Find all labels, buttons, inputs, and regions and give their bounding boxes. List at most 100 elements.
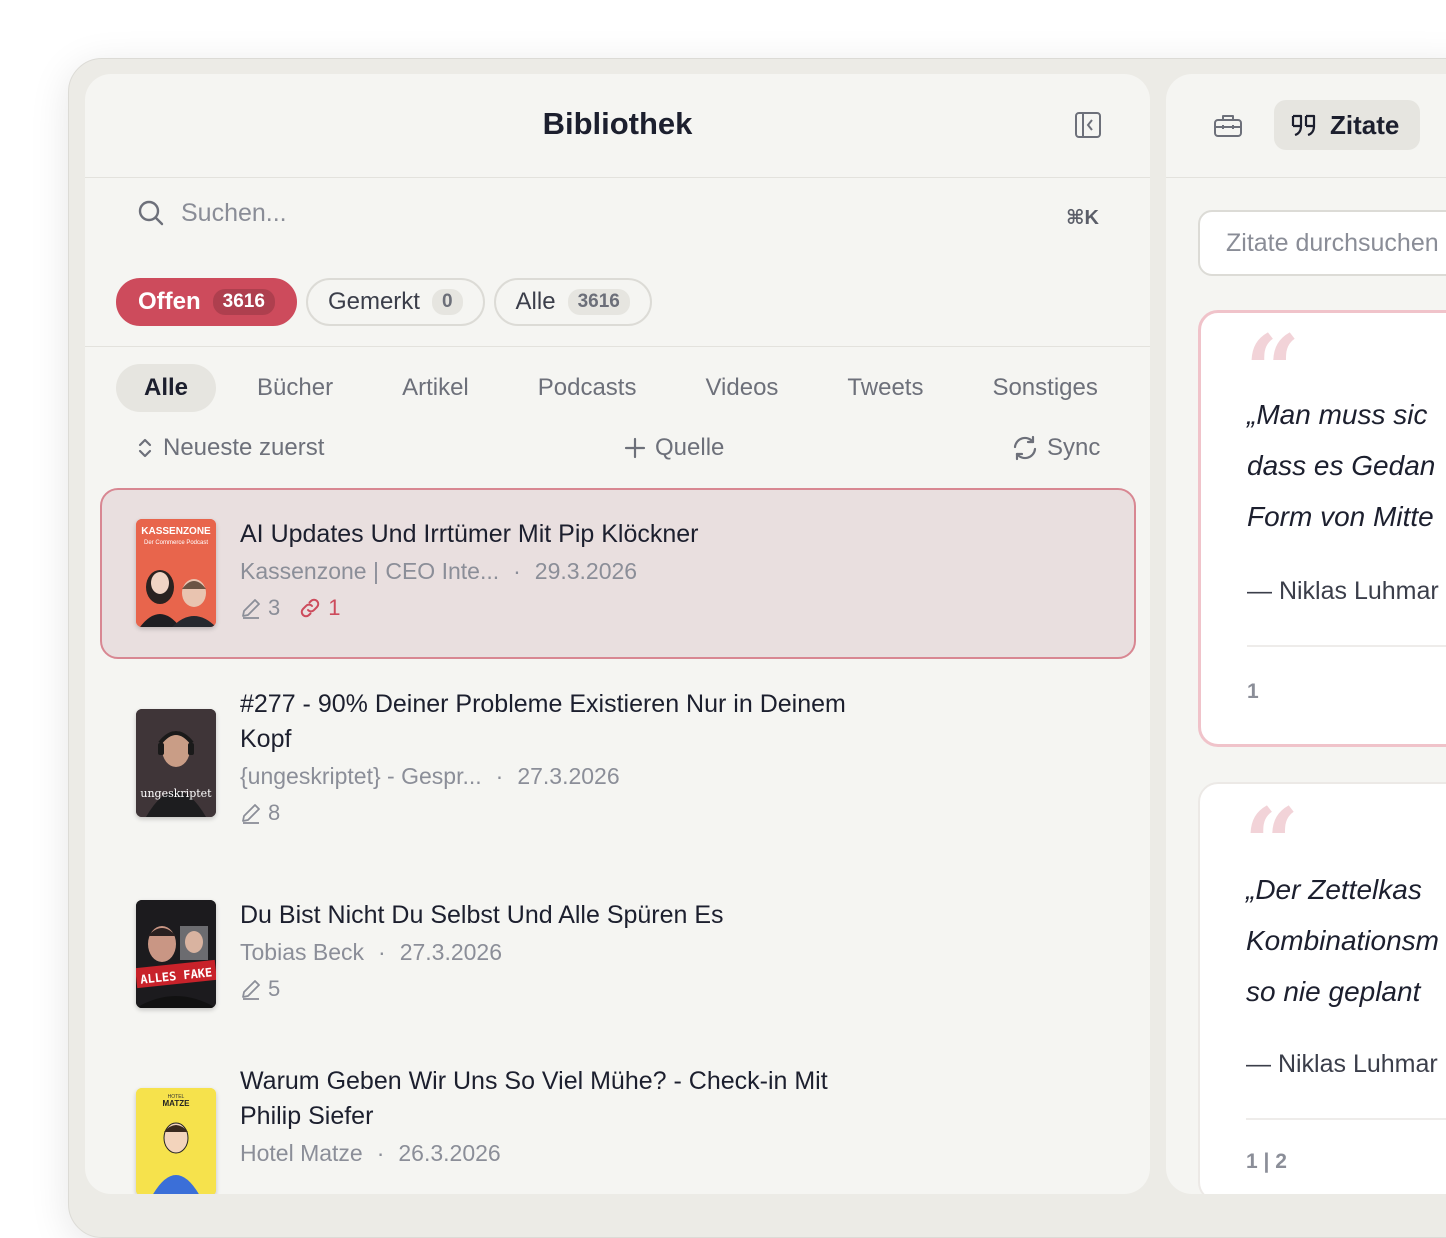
pencil-icon (242, 599, 260, 619)
highlight-count: 8 (240, 800, 280, 826)
search-input[interactable] (181, 193, 981, 233)
divider (85, 346, 1150, 347)
item-title: Du Bist Nicht Du Selbst Und Alle Spüren … (240, 901, 724, 929)
sort-button[interactable]: Neueste zuerst (135, 434, 324, 462)
library-header: Bibliothek (85, 74, 1150, 178)
highlight-count: 5 (240, 976, 280, 1002)
cover-image: HOTEL MATZE (136, 1088, 216, 1194)
pencil-icon (242, 804, 260, 824)
filter-all[interactable]: Alle 3616 (493, 278, 652, 326)
link-icon (301, 598, 320, 618)
list-item[interactable]: ALLES FAKE Du Bist Nicht Du Selbst Und A… (100, 865, 1136, 1036)
meta-separator: · (495, 763, 504, 789)
filter-count: 3616 (212, 289, 275, 315)
item-date: 29.3.2026 (534, 558, 638, 584)
tab-articles[interactable]: Artikel (374, 364, 497, 412)
quotes-header: Zitate (1166, 74, 1446, 178)
filter-open[interactable]: Offen 3616 (116, 278, 297, 326)
item-body: AI Updates Und Irrtümer Mit Pip Klöckner… (240, 517, 860, 621)
svg-text:ungeskriptet: ungeskriptet (140, 787, 212, 800)
item-meta: Kassenzone | CEO Inte... · 29.3.2026 (240, 558, 860, 585)
filter-count: 0 (431, 289, 463, 315)
item-author: Kassenzone | CEO Inte... (240, 558, 500, 584)
tab-quotes[interactable]: Zitate (1274, 100, 1420, 150)
add-source-button[interactable]: Quelle (623, 434, 724, 462)
highlight-count: 3 (240, 595, 280, 621)
item-date: 26.3.2026 (398, 1140, 501, 1166)
item-body: #277 - 90% Deiner Probleme Existieren Nu… (240, 687, 860, 826)
pencil-icon (242, 980, 260, 1000)
plus-icon (624, 437, 646, 459)
list-item[interactable]: KASSENZONE Der Commerce Podcast AI Updat… (100, 488, 1136, 659)
search-bar: ⌘K (85, 179, 1150, 249)
tab-tweets[interactable]: Tweets (819, 364, 951, 412)
quotes-search-input[interactable] (1198, 210, 1446, 276)
meta-separator: · (513, 558, 521, 584)
item-title: Warum Geben Wir Uns So Viel Mühe? - Chec… (240, 1067, 828, 1130)
library-panel: Bibliothek ⌘K Offen 3616 Gemerkt 0 Alle … (85, 74, 1150, 1194)
item-author: {ungeskriptet} - Gespr... (240, 763, 482, 789)
filter-label: Gemerkt (327, 288, 420, 315)
quote-card[interactable]: “ „Der Zettelkas Kombinationsm so nie ge… (1198, 782, 1446, 1194)
item-counts: 5 (240, 976, 860, 1002)
quote-text: „Der Zettelkas Kombinationsm so nie gepl… (1246, 874, 1439, 1007)
search-icon (138, 200, 164, 226)
item-title: #277 - 90% Deiner Probleme Existieren Nu… (240, 690, 846, 753)
item-meta: Tobias Beck · 27.3.2026 (240, 939, 860, 966)
quote-page: 1 (1247, 680, 1259, 703)
tab-books[interactable]: Bücher (229, 364, 361, 412)
tab-other[interactable]: Sonstiges (964, 364, 1125, 412)
sync-icon (1013, 435, 1037, 461)
filter-label: Offen (138, 288, 201, 315)
svg-text:Der Commerce Podcast: Der Commerce Podcast (144, 540, 208, 546)
divider (1247, 645, 1446, 647)
svg-text:MATZE: MATZE (163, 1099, 191, 1108)
list-item[interactable]: HOTEL MATZE Warum Geben Wir Uns So Viel … (100, 1036, 1136, 1194)
quote-card[interactable]: “ „Man muss sic dass es Gedan Form von M… (1198, 310, 1446, 747)
status-filters: Offen 3616 Gemerkt 0 Alle 3616 (116, 278, 652, 326)
toolbox-icon[interactable] (1212, 110, 1244, 142)
item-author: Tobias Beck (240, 939, 365, 965)
sort-label: Neueste zuerst (163, 434, 325, 461)
page-title: Bibliothek (542, 106, 693, 141)
item-meta: {ungeskriptet} - Gespr... · 27.3.2026 (240, 763, 860, 790)
item-body: Du Bist Nicht Du Selbst Und Alle Spüren … (240, 898, 860, 1002)
list-item[interactable]: ungeskriptet #277 - 90% Deiner Probleme … (100, 659, 1136, 865)
item-author: Hotel Matze (240, 1140, 363, 1166)
item-counts: 8 (240, 800, 860, 826)
filter-saved[interactable]: Gemerkt 0 (305, 278, 485, 326)
quote-author: — Niklas Luhmar (1247, 577, 1439, 605)
divider (1246, 1118, 1446, 1120)
meta-separator: · (378, 939, 386, 965)
quote-page: 1 | 2 (1246, 1150, 1287, 1173)
tab-all[interactable]: Alle (116, 364, 217, 412)
quote-author: — Niklas Luhmar (1246, 1050, 1438, 1078)
tab-podcasts[interactable]: Podcasts (510, 364, 665, 412)
sync-button[interactable]: Sync (1011, 434, 1100, 462)
item-title: AI Updates Und Irrtümer Mit Pip Klöckner (240, 520, 699, 548)
quotes-panel: Zitate “ „Man muss sic dass es Gedan For… (1166, 74, 1446, 1194)
cover-image: ALLES FAKE (136, 900, 216, 1008)
tab-quotes-label: Zitate (1330, 109, 1400, 140)
search-shortcut: ⌘K (1066, 207, 1099, 229)
source-list: KASSENZONE Der Commerce Podcast AI Updat… (100, 488, 1136, 1194)
collapse-sidebar-icon[interactable] (1073, 110, 1103, 140)
item-meta: Hotel Matze · 26.3.2026 (240, 1140, 860, 1167)
cover-image: ungeskriptet (136, 709, 216, 817)
quote-icon (1291, 114, 1316, 137)
cover-image: KASSENZONE Der Commerce Podcast (136, 519, 216, 627)
list-toolbar: Neueste zuerst Quelle Sync (85, 430, 1150, 470)
item-date: 27.3.2026 (517, 763, 620, 789)
item-counts: 3 1 (240, 595, 860, 621)
type-tabs: Alle Bücher Artikel Podcasts Videos Twee… (116, 364, 1139, 412)
sync-label: Sync (1047, 434, 1101, 461)
tab-videos[interactable]: Videos (677, 364, 806, 412)
filter-label: Alle (515, 288, 556, 315)
quote-text: „Man muss sic dass es Gedan Form von Mit… (1247, 399, 1436, 532)
add-source-label: Quelle (655, 434, 725, 461)
svg-text:KASSENZONE: KASSENZONE (141, 526, 211, 537)
item-date: 27.3.2026 (399, 939, 503, 965)
item-body: Warum Geben Wir Uns So Viel Mühe? - Chec… (240, 1064, 860, 1167)
sort-icon (138, 438, 152, 458)
link-count: 1 (298, 595, 341, 621)
